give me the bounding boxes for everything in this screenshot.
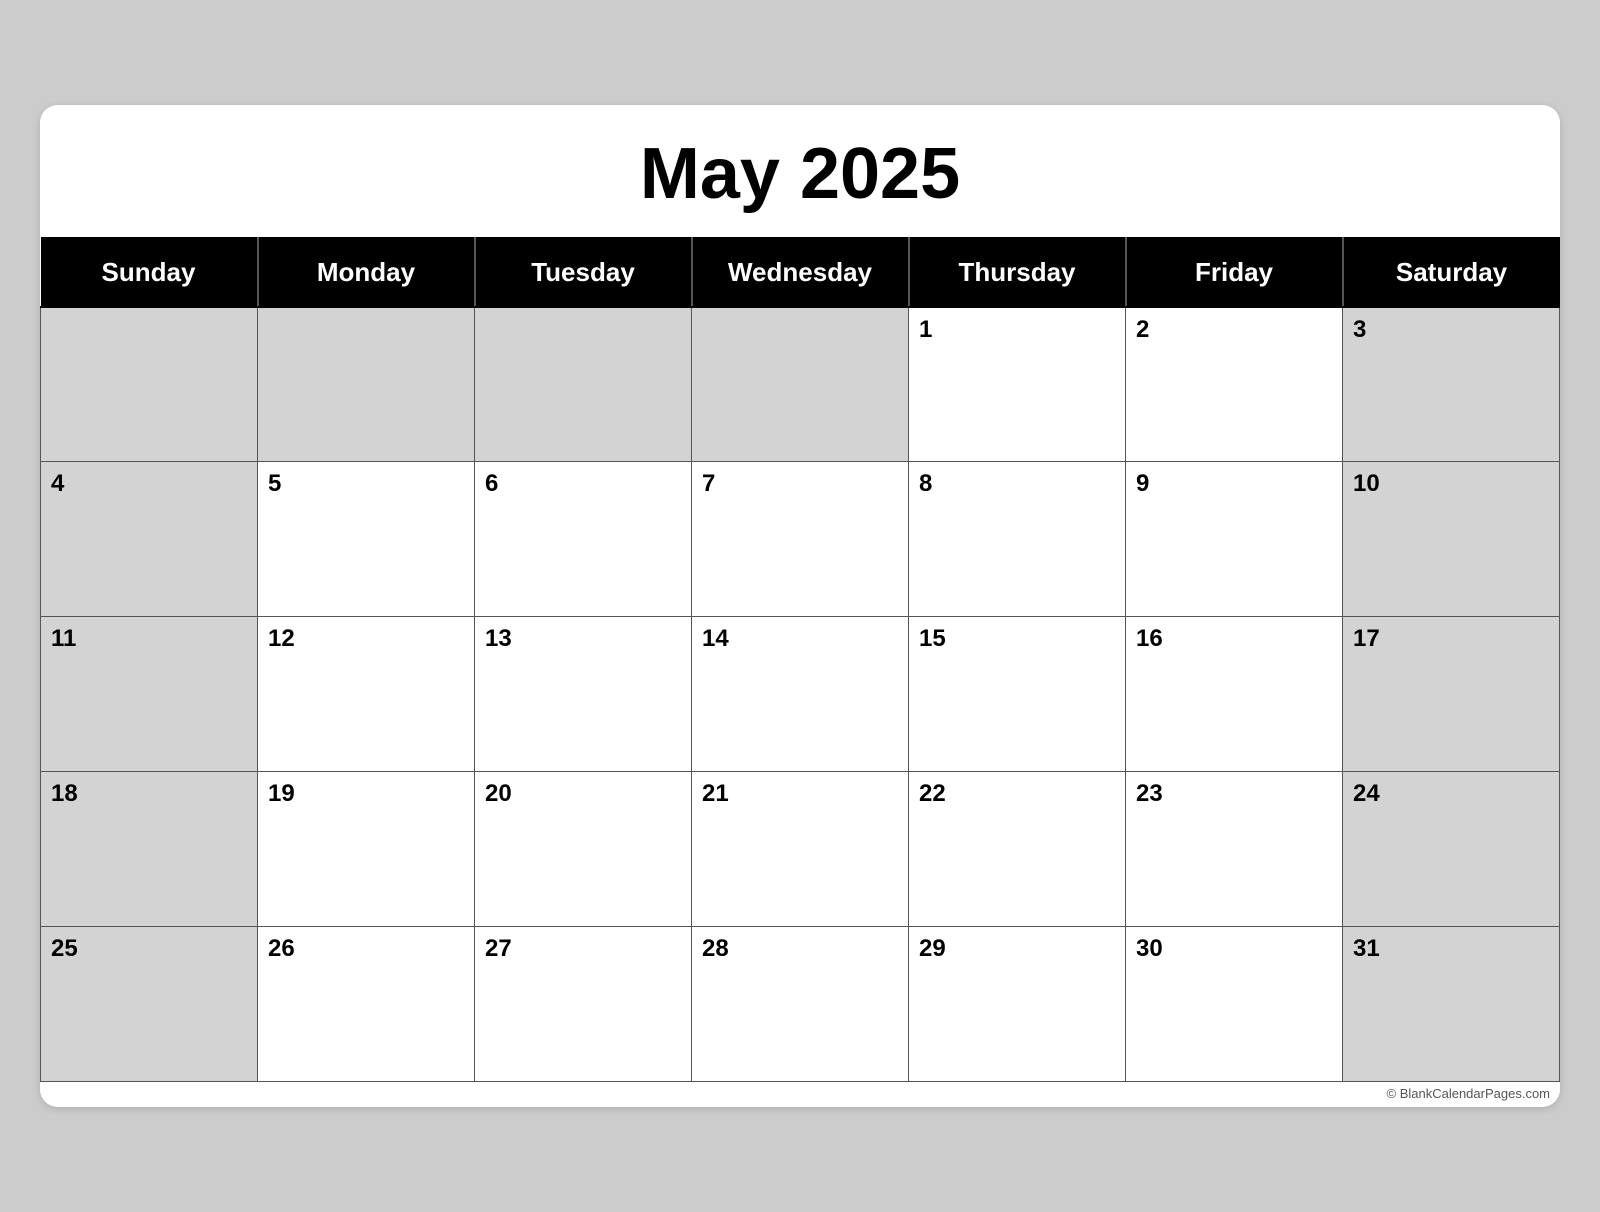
calendar-day-cell: 21 bbox=[692, 772, 909, 927]
calendar-day-cell bbox=[258, 307, 475, 462]
days-header-row: SundayMondayTuesdayWednesdayThursdayFrid… bbox=[41, 238, 1560, 307]
calendar-title: May 2025 bbox=[40, 105, 1560, 237]
calendar-day-cell: 2 bbox=[1126, 307, 1343, 462]
calendar-day-cell: 22 bbox=[909, 772, 1126, 927]
day-header-tuesday: Tuesday bbox=[475, 238, 692, 307]
calendar-day-cell: 3 bbox=[1343, 307, 1560, 462]
calendar-day-cell: 29 bbox=[909, 927, 1126, 1082]
calendar-day-cell: 6 bbox=[475, 462, 692, 617]
calendar-day-cell bbox=[692, 307, 909, 462]
calendar-day-cell: 25 bbox=[41, 927, 258, 1082]
calendar-week-5: 25262728293031 bbox=[41, 927, 1560, 1082]
calendar-day-cell: 28 bbox=[692, 927, 909, 1082]
day-header-saturday: Saturday bbox=[1343, 238, 1560, 307]
calendar-day-cell: 17 bbox=[1343, 617, 1560, 772]
calendar-day-cell: 1 bbox=[909, 307, 1126, 462]
day-header-sunday: Sunday bbox=[41, 238, 258, 307]
calendar-day-cell: 18 bbox=[41, 772, 258, 927]
calendar-day-cell: 12 bbox=[258, 617, 475, 772]
calendar-day-cell: 26 bbox=[258, 927, 475, 1082]
calendar-day-cell: 9 bbox=[1126, 462, 1343, 617]
calendar-week-4: 18192021222324 bbox=[41, 772, 1560, 927]
calendar-day-cell: 27 bbox=[475, 927, 692, 1082]
calendar-day-cell: 20 bbox=[475, 772, 692, 927]
calendar-day-cell: 24 bbox=[1343, 772, 1560, 927]
calendar-day-cell: 16 bbox=[1126, 617, 1343, 772]
calendar-day-cell: 23 bbox=[1126, 772, 1343, 927]
day-header-monday: Monday bbox=[258, 238, 475, 307]
calendar-day-cell: 19 bbox=[258, 772, 475, 927]
calendar-day-cell: 4 bbox=[41, 462, 258, 617]
watermark: © BlankCalendarPages.com bbox=[40, 1082, 1560, 1107]
day-header-wednesday: Wednesday bbox=[692, 238, 909, 307]
calendar-day-cell bbox=[475, 307, 692, 462]
calendar-week-2: 45678910 bbox=[41, 462, 1560, 617]
calendar-week-3: 11121314151617 bbox=[41, 617, 1560, 772]
calendar-day-cell: 14 bbox=[692, 617, 909, 772]
calendar-day-cell: 8 bbox=[909, 462, 1126, 617]
day-header-friday: Friday bbox=[1126, 238, 1343, 307]
calendar-day-cell: 13 bbox=[475, 617, 692, 772]
calendar-day-cell: 7 bbox=[692, 462, 909, 617]
calendar-week-1: 123 bbox=[41, 307, 1560, 462]
calendar-day-cell bbox=[41, 307, 258, 462]
calendar-day-cell: 10 bbox=[1343, 462, 1560, 617]
calendar-day-cell: 31 bbox=[1343, 927, 1560, 1082]
calendar-day-cell: 30 bbox=[1126, 927, 1343, 1082]
day-header-thursday: Thursday bbox=[909, 238, 1126, 307]
calendar-container: May 2025 SundayMondayTuesdayWednesdayThu… bbox=[40, 105, 1560, 1108]
calendar-grid: SundayMondayTuesdayWednesdayThursdayFrid… bbox=[40, 237, 1560, 1083]
calendar-day-cell: 11 bbox=[41, 617, 258, 772]
calendar-day-cell: 5 bbox=[258, 462, 475, 617]
calendar-day-cell: 15 bbox=[909, 617, 1126, 772]
